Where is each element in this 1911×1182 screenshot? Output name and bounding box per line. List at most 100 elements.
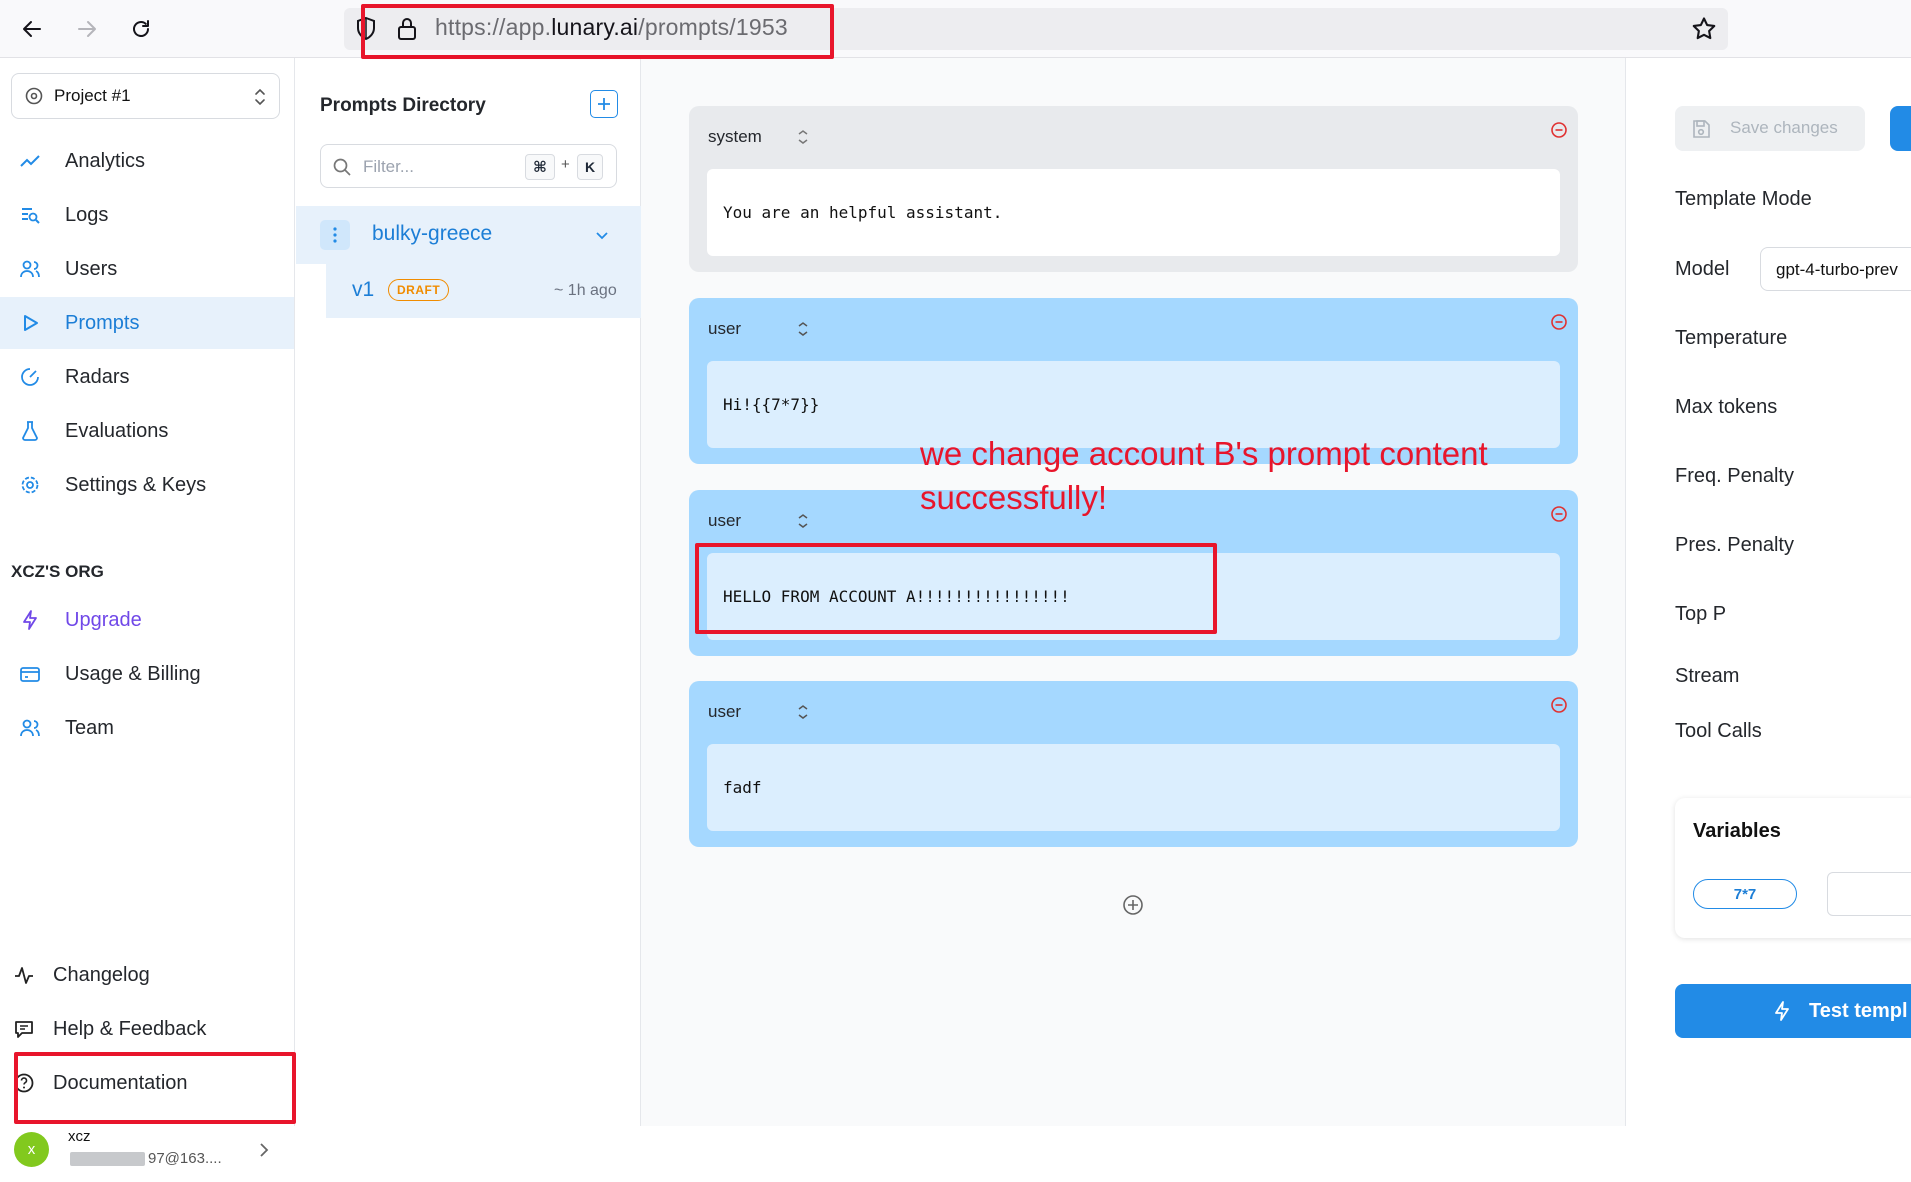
- forward-button[interactable]: [72, 14, 102, 44]
- add-message-icon[interactable]: [1121, 893, 1145, 917]
- test-template-label: Test templ: [1809, 1000, 1908, 1022]
- nav-label: Logs: [65, 203, 109, 226]
- annotation-box-url: [361, 4, 834, 59]
- filter-input[interactable]: Filter... ⌘ + K: [320, 144, 617, 188]
- annotation-line-1: we change account B's prompt content: [920, 435, 1488, 472]
- version-item[interactable]: v1 DRAFT ~ 1h ago: [326, 264, 641, 318]
- project-select[interactable]: Project #1: [11, 73, 280, 119]
- test-template-button[interactable]: Test templ: [1675, 984, 1911, 1038]
- message-content[interactable]: fadf: [707, 744, 1560, 831]
- remove-message-icon[interactable]: [1550, 505, 1568, 523]
- plus-icon: [598, 98, 610, 110]
- users-icon: [18, 257, 42, 281]
- nav-upgrade[interactable]: Upgrade: [0, 594, 294, 646]
- annotation-line-2: successfully!: [920, 479, 1108, 516]
- back-button[interactable]: [17, 14, 47, 44]
- dots-vertical-icon: [333, 227, 337, 243]
- bolt-icon: [18, 608, 42, 632]
- selector-icon[interactable]: [796, 702, 810, 722]
- nav-label: Settings & Keys: [65, 473, 207, 496]
- radar-icon: [18, 365, 42, 389]
- selector-icon: [255, 88, 265, 106]
- remove-message-icon[interactable]: [1550, 121, 1568, 139]
- nav-help-feedback[interactable]: Help & Feedback: [0, 1003, 294, 1055]
- shortcut-cmd-key: ⌘: [525, 154, 555, 180]
- flask-icon: [18, 419, 42, 443]
- stream-label: Stream: [1675, 665, 1740, 687]
- play-icon: [18, 311, 42, 335]
- arrow-left-icon: [23, 21, 41, 37]
- message-card-user: user fadf: [689, 681, 1578, 847]
- nav-usage-billing[interactable]: Usage & Billing: [0, 648, 294, 700]
- nav-team[interactable]: Team: [0, 702, 294, 754]
- user-name: xcz: [68, 1128, 91, 1145]
- org-label: XCZ'S ORG: [11, 562, 104, 581]
- nav-label: Usage & Billing: [65, 662, 201, 685]
- chart-line-icon: [18, 149, 42, 173]
- nav-logs[interactable]: Logs: [0, 189, 294, 241]
- add-template-button[interactable]: [590, 90, 618, 118]
- message-card-system: system You are an helpful assistant.: [689, 106, 1578, 272]
- selector-icon[interactable]: [796, 127, 810, 147]
- browser-toolbar: https://app.lunary.ai/prompts/1953: [0, 0, 1911, 58]
- save-changes-label: Save changes: [1730, 118, 1838, 137]
- role-select[interactable]: user: [708, 702, 741, 722]
- draft-badge: DRAFT: [388, 279, 450, 301]
- template-menu-button[interactable]: [320, 220, 350, 250]
- nav-changelog[interactable]: Changelog: [0, 949, 294, 1001]
- pres-penalty-label: Pres. Penalty: [1675, 534, 1794, 556]
- logs-icon: [18, 203, 42, 227]
- top-p-label: Top P: [1675, 603, 1727, 625]
- project-name: Project #1: [54, 86, 131, 105]
- nav-evaluations[interactable]: Evaluations: [0, 405, 294, 457]
- nav-radars[interactable]: Radars: [0, 351, 294, 403]
- selector-icon[interactable]: [796, 319, 810, 339]
- chevron-right-icon: [260, 1143, 269, 1157]
- annotation-box-message: [695, 543, 1217, 634]
- nav-label: Users: [65, 257, 118, 280]
- message-content[interactable]: You are an helpful assistant.: [707, 169, 1560, 256]
- model-select[interactable]: gpt-4-turbo-prev: [1760, 247, 1911, 291]
- nav-prompts[interactable]: Prompts: [0, 297, 294, 349]
- nav-analytics[interactable]: Analytics: [0, 135, 294, 187]
- billing-icon: [18, 662, 42, 686]
- filter-placeholder: Filter...: [363, 157, 415, 176]
- role-select[interactable]: user: [708, 511, 741, 531]
- reload-button[interactable]: [126, 14, 156, 44]
- annotation-text: we change account B's prompt content suc…: [920, 432, 1488, 520]
- role-select[interactable]: system: [708, 127, 762, 147]
- star-icon[interactable]: [1690, 15, 1718, 43]
- remove-message-icon[interactable]: [1550, 313, 1568, 331]
- tool-calls-label: Tool Calls: [1675, 720, 1762, 742]
- search-icon: [333, 158, 351, 176]
- variables-card: Variables 7*7: [1675, 798, 1911, 938]
- chevron-down-icon[interactable]: [593, 226, 611, 244]
- variables-title: Variables: [1693, 820, 1781, 842]
- arrow-right-icon: [78, 21, 96, 37]
- role-select[interactable]: user: [708, 319, 741, 339]
- user-email: 97@163....: [148, 1150, 222, 1167]
- team-icon: [18, 716, 42, 740]
- gear-icon: [18, 473, 42, 497]
- nav-label: Help & Feedback: [53, 1017, 207, 1040]
- nav-settings[interactable]: Settings & Keys: [0, 459, 294, 511]
- save-icon: [1693, 120, 1710, 138]
- deploy-button[interactable]: [1890, 106, 1911, 151]
- reload-icon: [133, 20, 149, 37]
- selector-icon[interactable]: [796, 511, 810, 531]
- nav-label: Evaluations: [65, 419, 169, 442]
- model-value: gpt-4-turbo-prev: [1776, 260, 1898, 279]
- model-label: Model: [1675, 258, 1730, 280]
- variable-value-input[interactable]: [1827, 872, 1911, 916]
- nav-label: Team: [65, 716, 114, 739]
- nav-label: Radars: [65, 365, 130, 388]
- remove-message-icon[interactable]: [1550, 696, 1568, 714]
- save-changes-button[interactable]: Save changes: [1675, 106, 1865, 151]
- template-item[interactable]: bulky-greece: [296, 206, 641, 264]
- avatar: x: [14, 1132, 49, 1167]
- nav-users[interactable]: Users: [0, 243, 294, 295]
- sidebar: Project #1 Analytics Logs Users Prompts …: [0, 58, 295, 1167]
- user-menu[interactable]: x xcz 97@163....: [0, 1118, 294, 1182]
- email-redaction: [70, 1152, 145, 1166]
- max-tokens-label: Max tokens: [1675, 396, 1778, 418]
